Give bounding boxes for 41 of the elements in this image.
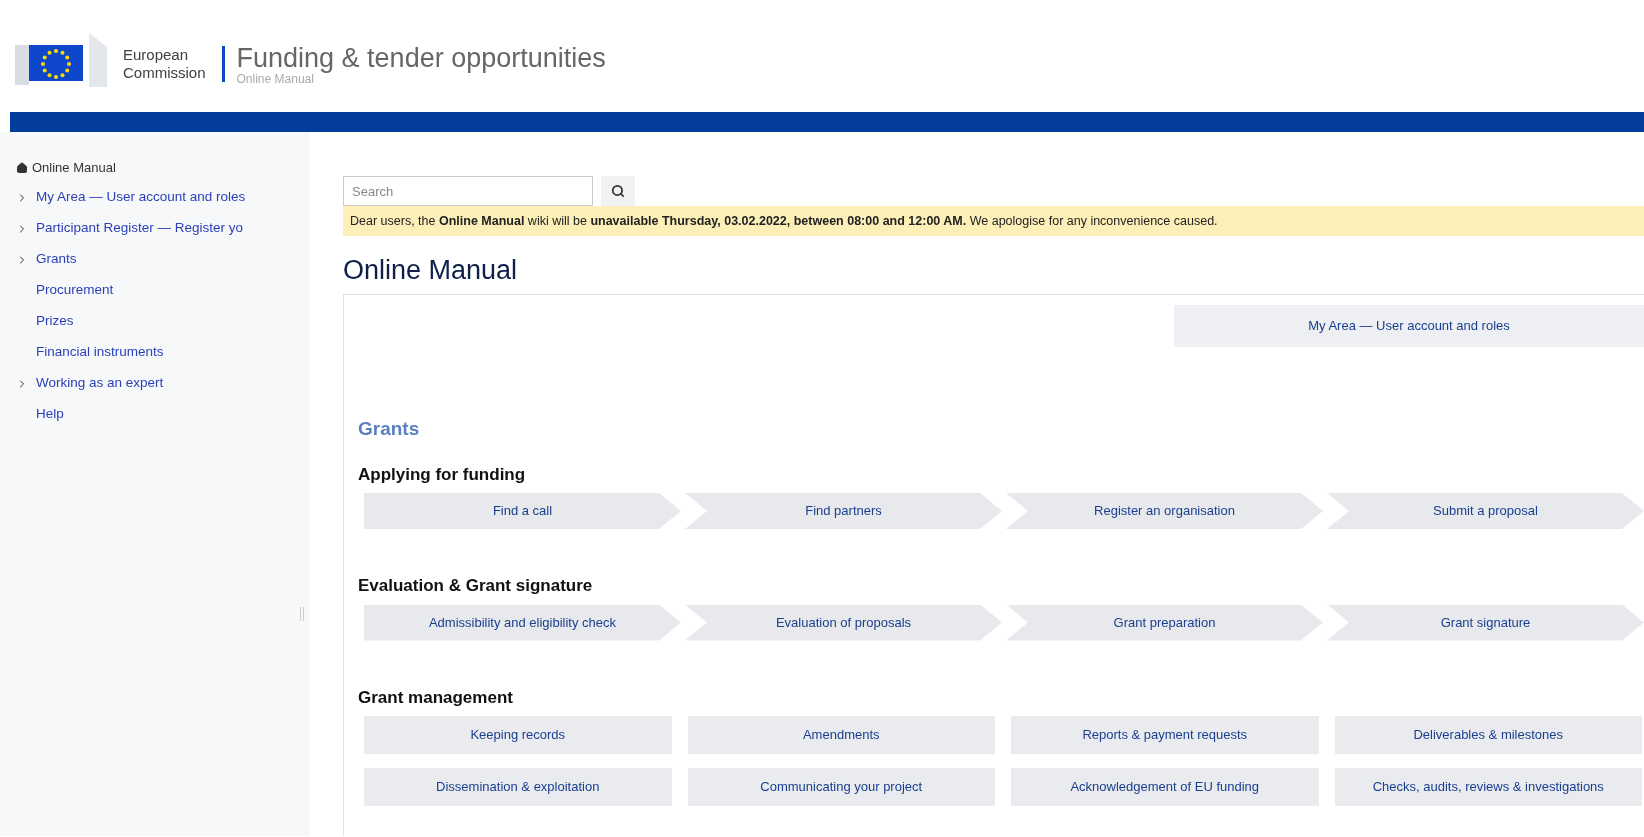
topic-tile[interactable]: Dissemination & exploitation: [364, 768, 672, 806]
sidebar-item[interactable]: Procurement: [36, 280, 114, 301]
notice-text: Dear users, the Online Manual wiki will be unavailable Thursday, 03.02.2022, between 08:00 and 12:00 AM. We apologise for any inconvenience caused.: [350, 212, 1218, 230]
sidebar-item[interactable]: Prizes: [36, 311, 74, 332]
page-title: Online Manual: [343, 254, 519, 287]
group-title: Grant management: [358, 686, 514, 709]
step-chevron[interactable]: Admissibility and eligibility check: [364, 604, 681, 641]
site-subtitle: Online Manual: [236, 72, 314, 86]
sidebar-item[interactable]: Working as an expert: [36, 373, 164, 394]
topic-tile[interactable]: Deliverables & milestones: [1334, 716, 1642, 754]
step-chevron[interactable]: Evaluation of proposals: [685, 604, 1002, 641]
home-icon: [16, 161, 28, 174]
resize-handle-icon[interactable]: [300, 607, 304, 621]
sidebar-item[interactable]: Help: [36, 404, 64, 425]
step-chevron[interactable]: Submit a proposal: [1327, 493, 1644, 529]
sidebar-item[interactable]: Financial instruments: [36, 342, 164, 363]
sidebar-item[interactable]: Participant Register — Register yo: [36, 218, 244, 239]
step-chevron[interactable]: Grant preparation: [1006, 604, 1323, 641]
topic-tile[interactable]: Reports & payment requests: [1011, 716, 1319, 754]
group-title: Evaluation & Grant signature: [358, 575, 594, 597]
step-chevron[interactable]: Register an organisation: [1006, 493, 1323, 529]
topic-tile[interactable]: Keeping records: [364, 716, 672, 754]
group-title: Applying for funding: [358, 463, 527, 486]
section-link-button[interactable]: My Area — User account and roles: [1174, 305, 1644, 347]
step-chevron[interactable]: Grant signature: [1327, 604, 1644, 641]
site-title: Funding & tender opportunities: [236, 42, 606, 73]
sidebar-item[interactable]: My Area — User account and roles: [36, 187, 246, 208]
sidebar-item[interactable]: Grants: [36, 249, 77, 270]
topic-tile[interactable]: Communicating your project: [687, 768, 995, 806]
search-button[interactable]: [601, 176, 635, 206]
step-chevron[interactable]: Find a call: [364, 493, 681, 529]
org-name: European: [123, 46, 190, 64]
sidebar-home-link[interactable]: Online Manual: [16, 158, 310, 178]
topic-tile[interactable]: Acknowledgement of EU funding: [1011, 768, 1319, 806]
search-icon: [611, 184, 625, 198]
search-field[interactable]: Search: [343, 176, 593, 206]
topic-tile[interactable]: Checks, audits, reviews & investigations: [1334, 768, 1642, 806]
org-name: Commission: [123, 64, 206, 82]
topic-tile[interactable]: Amendments: [687, 716, 995, 754]
section-title: Grants: [358, 417, 421, 441]
step-chevron[interactable]: Find partners: [685, 493, 1002, 529]
